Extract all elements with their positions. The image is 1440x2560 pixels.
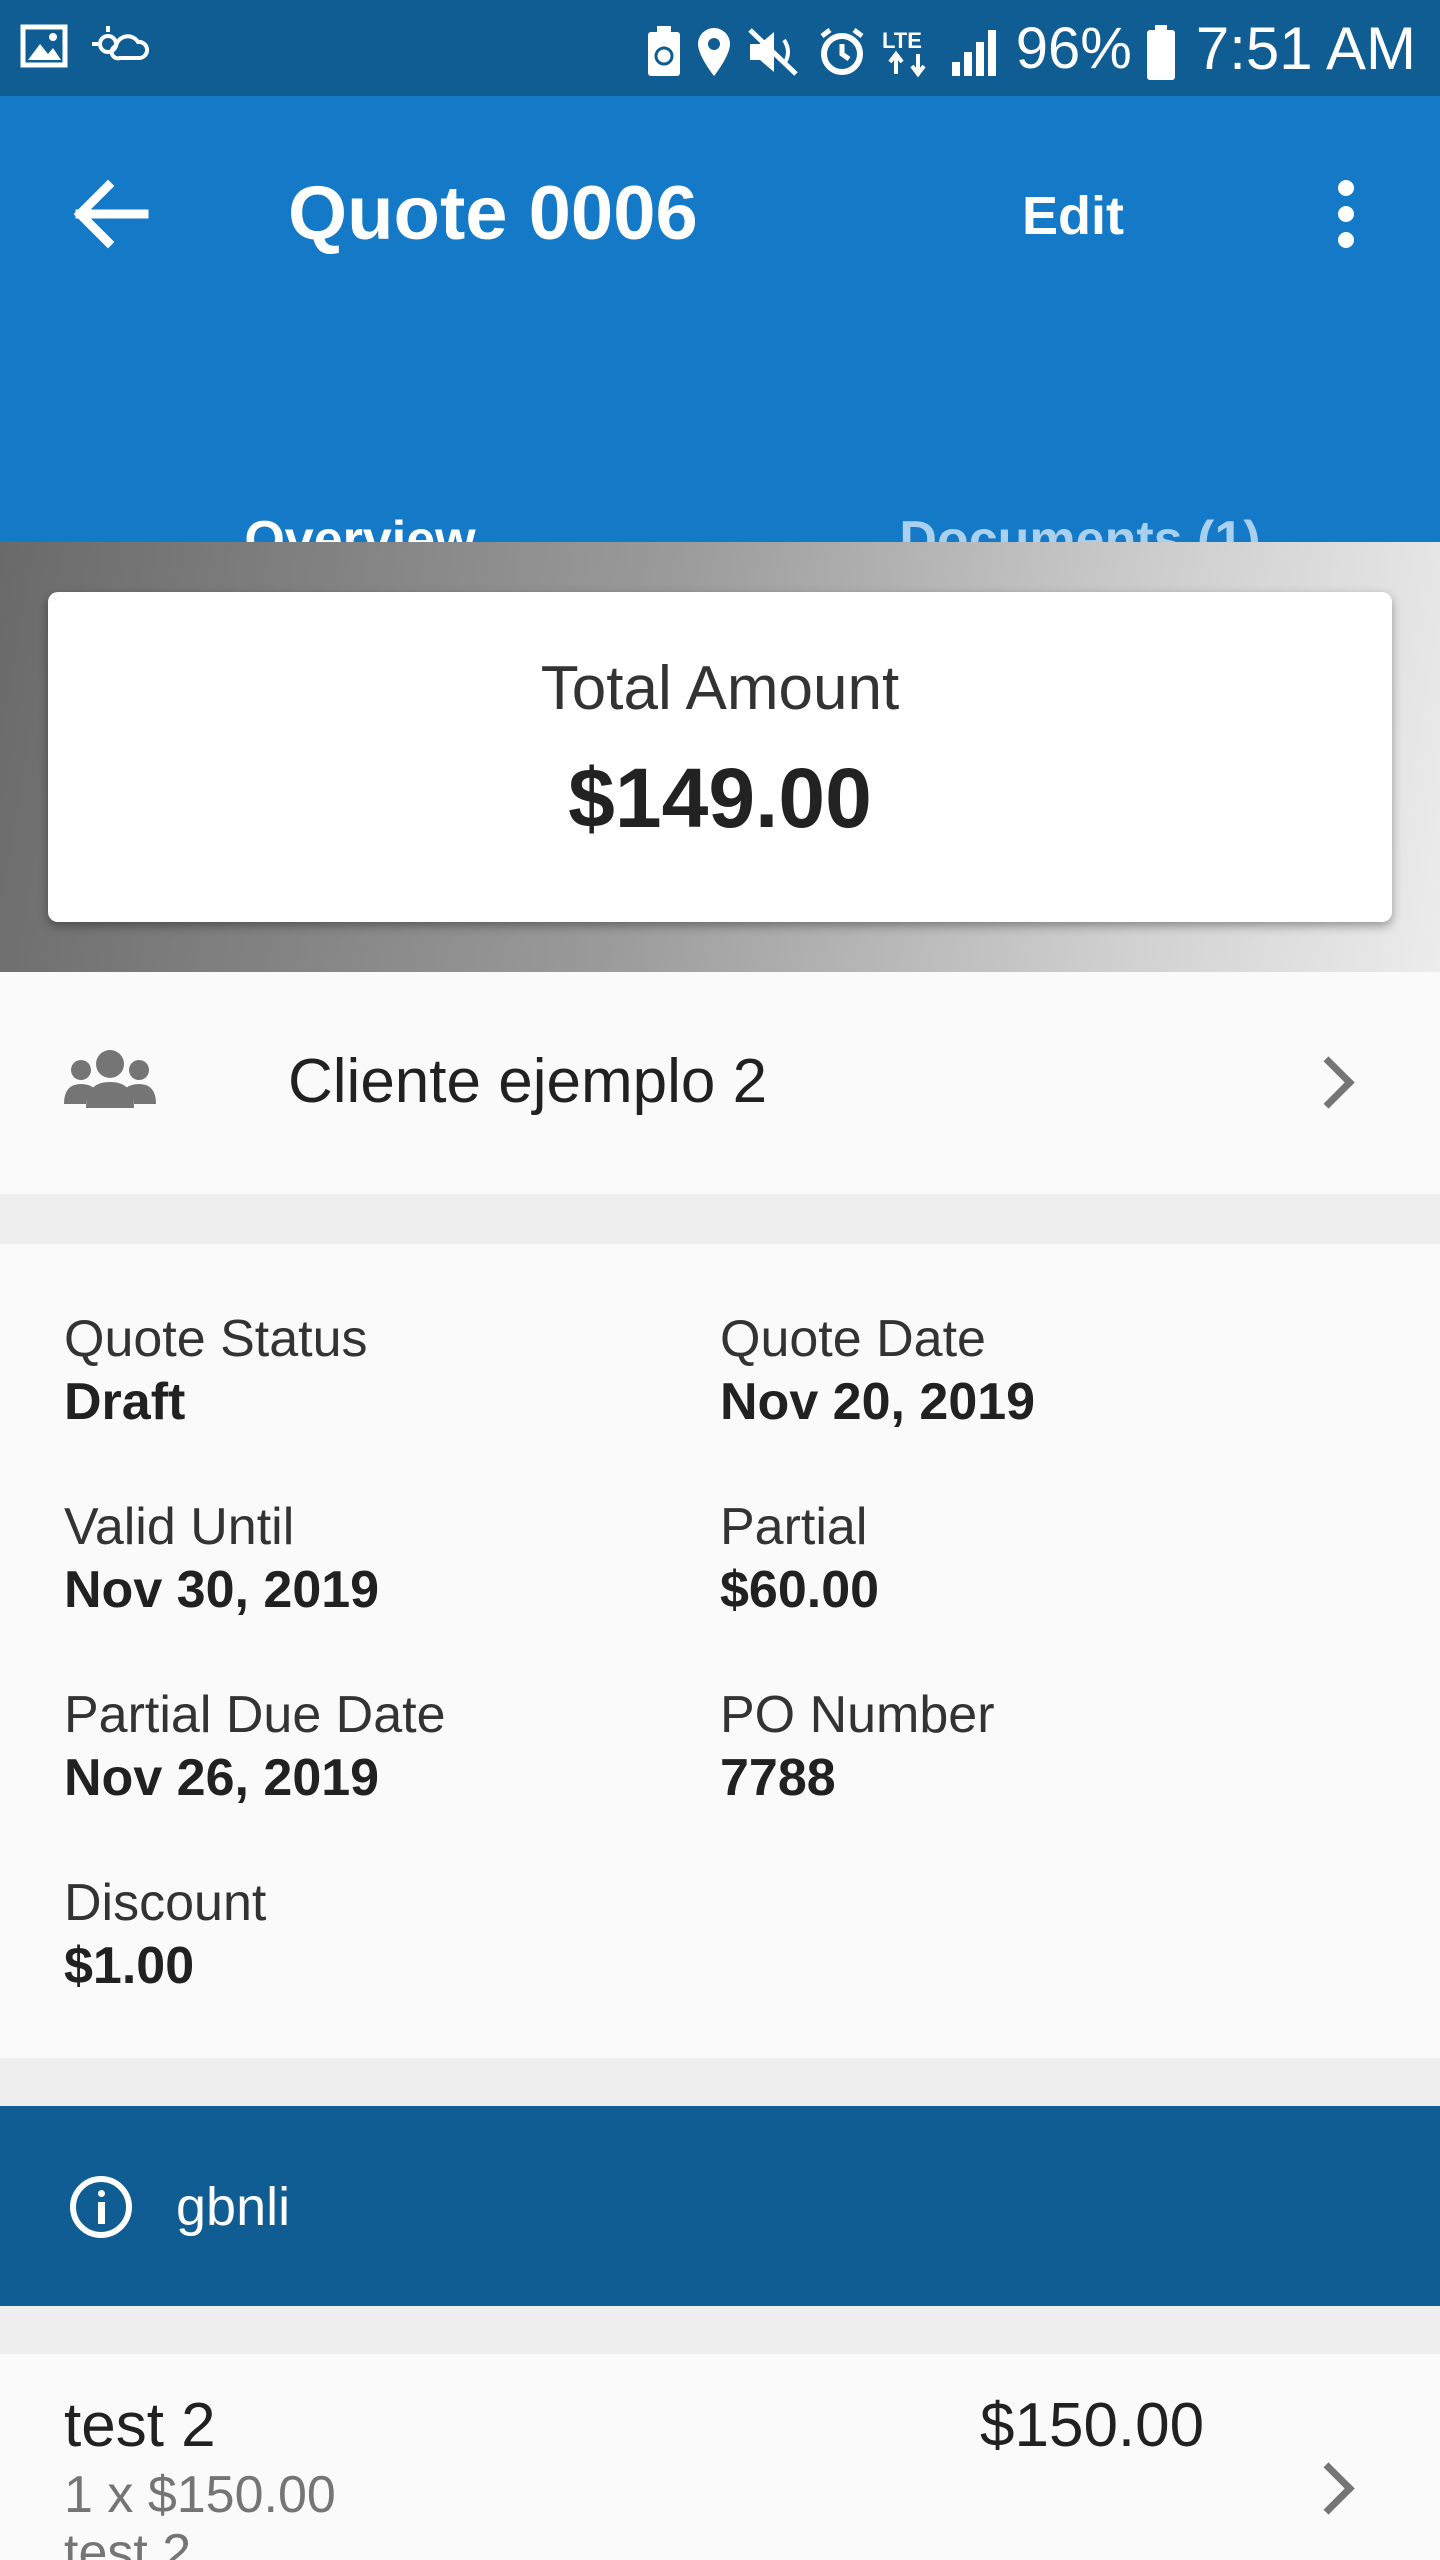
detail-label: Partial [720, 1498, 868, 1556]
detail-value: Draft [64, 1373, 186, 1431]
total-amount-card: Total Amount $149.00 [48, 592, 1392, 922]
back-button[interactable] [64, 166, 160, 262]
page-title: Quote 0006 [288, 171, 698, 256]
detail-label: Quote Date [720, 1310, 986, 1368]
detail-value: $1.00 [64, 1937, 195, 1995]
users-icon [64, 1042, 156, 1122]
alarm-icon [816, 25, 868, 75]
status-bar-right: LTE 96% 7:51 AM [646, 14, 1416, 83]
detail-label: Partial Due Date [64, 1686, 446, 1744]
detail-value: $60.00 [720, 1561, 880, 1619]
client-name: Cliente ejemplo 2 [288, 1047, 768, 1116]
detail-label: PO Number [720, 1686, 995, 1744]
battery-percent: 96% [1015, 16, 1132, 81]
status-bar: LTE 96% 7:51 AM [0, 0, 1440, 96]
detail-label: Discount [64, 1874, 267, 1932]
detail-po-number: PO Number 7788 [720, 1684, 1340, 1810]
detail-quote-status: Quote Status Draft [64, 1308, 684, 1434]
line-item-notes: test 2 [64, 2524, 192, 2560]
more-vert-icon [1338, 180, 1354, 196]
detail-valid-until: Valid Until Nov 30, 2019 [64, 1496, 684, 1622]
arrow-left-icon [73, 179, 149, 249]
detail-value: Nov 20, 2019 [720, 1373, 1036, 1431]
quote-details: Quote Status Draft Quote Date Nov 20, 20… [0, 1244, 1440, 2058]
line-item[interactable]: test 2 $150.00 1 x $150.00 test 2 [0, 2354, 1440, 2560]
detail-partial-due-date: Partial Due Date Nov 26, 2019 [64, 1684, 684, 1810]
signal-icon [950, 25, 1002, 76]
line-item-name: test 2 [64, 2391, 216, 2460]
detail-quote-date: Quote Date Nov 20, 2019 [720, 1308, 1340, 1434]
more-options-button[interactable] [1306, 166, 1386, 262]
app-bar: Quote 0006 Edit Overview Documents (1) [0, 96, 1440, 640]
battery-icon [1146, 24, 1176, 80]
vibrate-mute-icon [746, 25, 802, 76]
total-amount-label: Total Amount [540, 654, 900, 723]
location-icon [696, 25, 732, 76]
weather-icon [90, 22, 150, 70]
detail-label: Valid Until [64, 1498, 295, 1556]
detail-label: Quote Status [64, 1310, 368, 1368]
detail-discount: Discount $1.00 [64, 1872, 684, 1998]
lte-icon: LTE [882, 25, 936, 77]
info-icon [70, 2176, 132, 2238]
banner-text: gbnli [176, 2177, 291, 2237]
detail-value: Nov 26, 2019 [64, 1749, 380, 1807]
line-item-price: $150.00 [980, 2391, 1205, 2460]
battery-saver-icon [646, 25, 682, 76]
total-amount-value: $149.00 [568, 751, 872, 845]
detail-value: Nov 30, 2019 [64, 1561, 380, 1619]
client-row[interactable]: Cliente ejemplo 2 [0, 972, 1440, 1194]
total-header: Total Amount $149.00 [0, 542, 1440, 972]
clock-time: 7:51 AM [1195, 15, 1416, 82]
line-item-quantity: 1 x $150.00 [64, 2466, 336, 2524]
public-notes-banner: gbnli [0, 2106, 1440, 2306]
chevron-right-icon [1310, 1052, 1350, 1112]
chevron-right-icon [1310, 2458, 1350, 2518]
edit-button[interactable]: Edit [1000, 176, 1146, 256]
svg-text:LTE: LTE [882, 28, 922, 53]
gallery-icon [20, 22, 68, 70]
status-bar-left [20, 22, 150, 70]
detail-partial: Partial $60.00 [720, 1496, 1340, 1622]
detail-value: 7788 [720, 1749, 836, 1807]
